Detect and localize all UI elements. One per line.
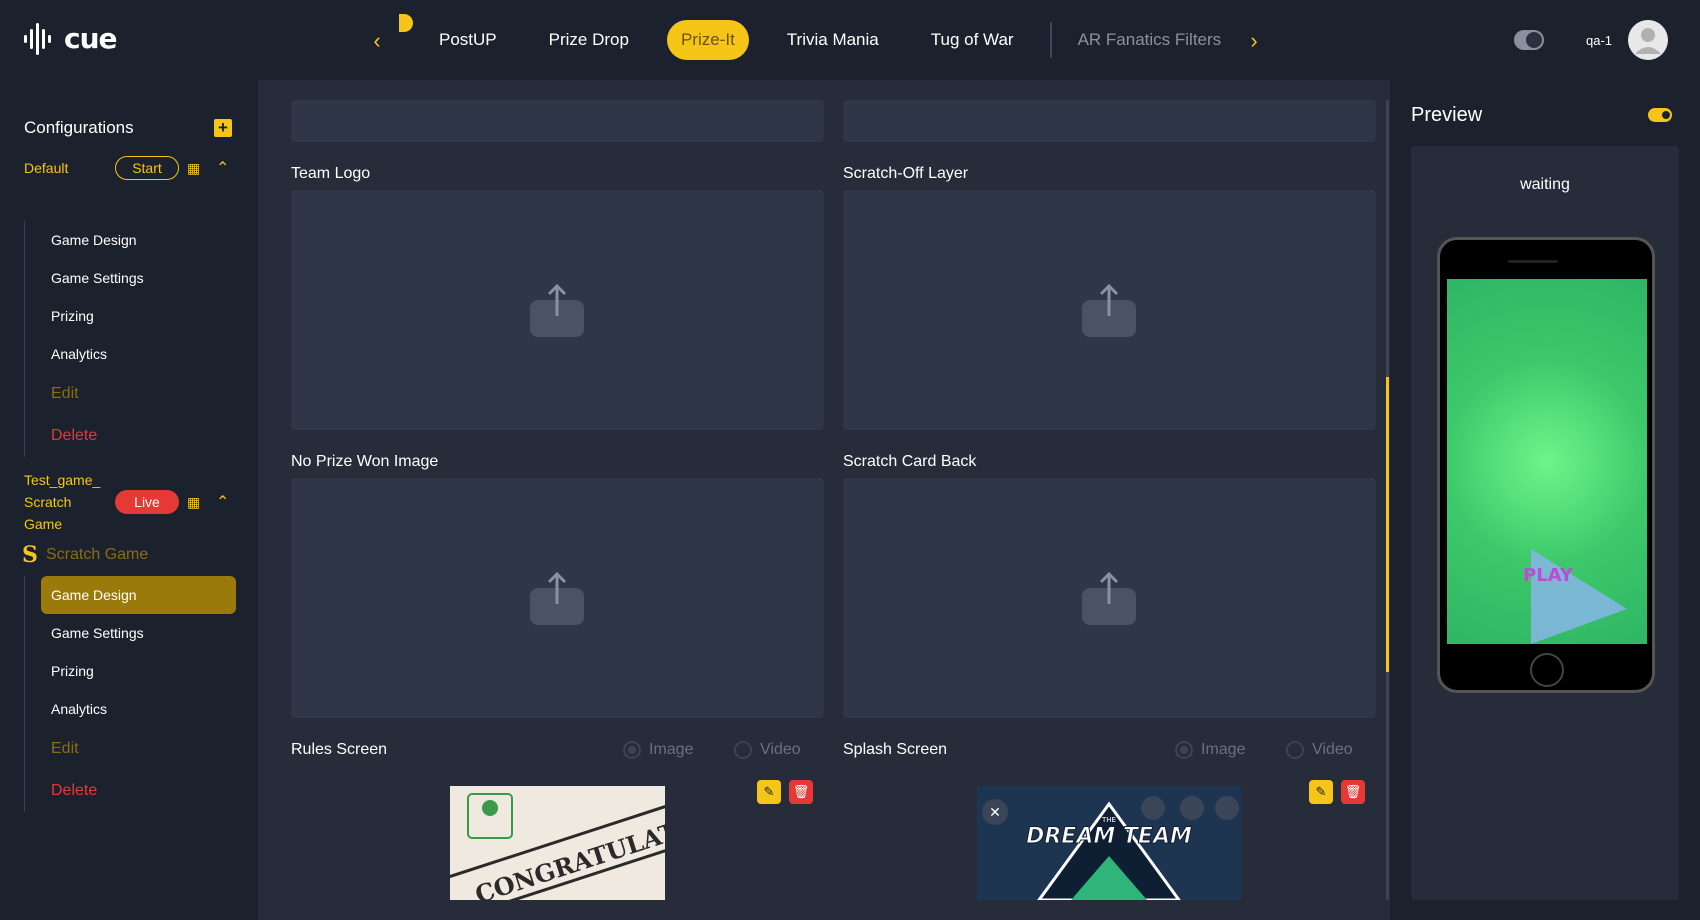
- menu-edit[interactable]: Edit: [25, 373, 241, 415]
- image-option-label: Image: [1201, 741, 1246, 758]
- user-icon: [1635, 28, 1661, 54]
- radio-image[interactable]: [1175, 741, 1193, 759]
- splash-screen-media: THE DREAM TEAM ✕ ✎ 🗑: [843, 770, 1376, 900]
- scratch-card-back-dropzone[interactable]: [843, 478, 1376, 718]
- rules-image-thumbnail: CONGRATULATIONS!: [450, 786, 665, 900]
- scratch-s-icon: S: [22, 542, 38, 568]
- config-name-line3[interactable]: Game: [24, 513, 62, 535]
- upload-icon: [530, 283, 584, 337]
- tab-postup[interactable]: PostUP: [425, 20, 511, 60]
- tab-prize-it[interactable]: Prize-It: [666, 20, 749, 60]
- menu-edit[interactable]: Edit: [25, 728, 241, 770]
- qr-code-icon[interactable]: ▦: [187, 160, 203, 176]
- delete-media-button[interactable]: 🗑: [789, 780, 813, 804]
- config-name-line2[interactable]: Scratch: [24, 491, 71, 513]
- play-button[interactable]: PLAY: [1521, 549, 1631, 644]
- preview-title: Preview: [1411, 104, 1483, 126]
- menu-prizing[interactable]: Prizing: [25, 297, 241, 335]
- menu-game-design[interactable]: Game Design: [25, 221, 241, 259]
- rules-screen-label: Rules Screen: [291, 741, 388, 758]
- scratch-off-layer-label: Scratch-Off Layer: [843, 165, 969, 182]
- add-configuration-button[interactable]: +: [214, 119, 232, 137]
- config-name-default[interactable]: Default: [24, 157, 68, 179]
- menu-game-settings[interactable]: Game Settings: [25, 259, 241, 297]
- nav-next-arrow[interactable]: ›: [1243, 28, 1265, 54]
- qr-code-icon[interactable]: ▦: [187, 494, 203, 510]
- radio-video[interactable]: [734, 741, 752, 759]
- theme-toggle[interactable]: [1514, 30, 1544, 50]
- rules-media-image-option[interactable]: Image: [623, 741, 693, 759]
- delete-media-button[interactable]: 🗑: [1341, 780, 1365, 804]
- splash-small-text: THE: [1101, 816, 1116, 824]
- avatar[interactable]: [1628, 20, 1668, 60]
- radio-video[interactable]: [1286, 741, 1304, 759]
- team-logo-label: Team Logo: [291, 165, 371, 182]
- preview-status: waiting: [1520, 176, 1570, 193]
- rules-screen-media: CONGRATULATIONS! ✎ 🗑: [291, 770, 824, 900]
- no-prize-won-dropzone[interactable]: [291, 478, 824, 718]
- splash-image-thumbnail: THE DREAM TEAM ✕: [977, 786, 1241, 900]
- play-label: PLAY: [1523, 565, 1574, 586]
- tab-tug-of-war[interactable]: Tug of War: [917, 20, 1028, 60]
- scratch-off-layer-dropzone[interactable]: [843, 190, 1376, 430]
- tab-divider: [1049, 22, 1052, 58]
- upload-icon: [530, 571, 584, 625]
- phone-home-button: [1530, 653, 1564, 687]
- half-moon-icon: [399, 14, 413, 32]
- top-bar: cue ‹ PostUP Prize Drop Prize-It Trivia …: [0, 0, 1700, 80]
- upload-icon: [1082, 571, 1136, 625]
- edit-media-button[interactable]: ✎: [1309, 780, 1333, 804]
- upload-panel-partial[interactable]: [843, 100, 1376, 142]
- splash-media-video-option[interactable]: Video: [1286, 741, 1353, 759]
- game-type-label: Scratch Game: [46, 546, 149, 563]
- config-menu-scratch: Game Design Game Settings Prizing Analyt…: [24, 576, 241, 812]
- team-logo-dropzone[interactable]: [291, 190, 824, 430]
- user-name: qa-1: [1586, 33, 1613, 48]
- chevron-up-icon[interactable]: ⌃: [216, 161, 230, 177]
- menu-analytics[interactable]: Analytics: [25, 335, 241, 373]
- status-badge-start[interactable]: Start: [115, 156, 179, 180]
- no-prize-won-image-label: No Prize Won Image: [291, 453, 439, 470]
- rules-media-video-option[interactable]: Video: [734, 741, 801, 759]
- scrollbar-thumb[interactable]: [1386, 377, 1389, 672]
- radio-image[interactable]: [623, 741, 641, 759]
- cue-logo[interactable]: cue: [22, 22, 118, 55]
- status-badge-live[interactable]: Live: [115, 490, 179, 514]
- menu-analytics[interactable]: Analytics: [25, 690, 241, 728]
- tab-prize-drop[interactable]: Prize Drop: [535, 20, 643, 60]
- splash-image-text: DREAM TEAM: [1026, 824, 1192, 849]
- menu-game-design[interactable]: Game Design: [41, 576, 236, 614]
- video-option-label: Video: [1312, 741, 1353, 758]
- phone-speaker: [1508, 260, 1558, 263]
- menu-delete[interactable]: Delete: [25, 770, 241, 812]
- config-name-line1[interactable]: Test_game_: [24, 469, 100, 491]
- tab-ar-fanatics-filters[interactable]: AR Fanatics Filters: [1064, 20, 1236, 60]
- image-option-label: Image: [649, 741, 694, 758]
- close-icon[interactable]: ✕: [989, 804, 1001, 820]
- scratch-game-header: S Scratch Game: [22, 542, 149, 568]
- nav-prev-arrow[interactable]: ‹: [366, 28, 388, 54]
- config-menu-default: Game Design Game Settings Prizing Analyt…: [24, 221, 241, 457]
- phone-mockup: PLAY: [1437, 237, 1655, 693]
- chevron-up-icon[interactable]: ⌃: [216, 495, 230, 511]
- splash-media-image-option[interactable]: Image: [1175, 741, 1245, 759]
- game-tabs: PostUP Prize Drop Prize-It Trivia Mania …: [425, 19, 1259, 61]
- configurations-title: Configurations: [24, 118, 134, 137]
- upload-panel-partial[interactable]: [291, 100, 824, 142]
- tab-trivia-mania[interactable]: Trivia Mania: [773, 20, 893, 60]
- phone-screen: PLAY: [1447, 279, 1647, 644]
- sound-wave-icon: [24, 22, 51, 55]
- splash-screen-label: Splash Screen: [843, 741, 948, 758]
- upload-icon: [1082, 283, 1136, 337]
- video-option-label: Video: [760, 741, 801, 758]
- preview-toggle[interactable]: [1648, 108, 1672, 122]
- menu-prizing[interactable]: Prizing: [25, 652, 241, 690]
- edit-media-button[interactable]: ✎: [757, 780, 781, 804]
- scratch-card-back-label: Scratch Card Back: [843, 453, 977, 470]
- logo-text: cue: [64, 22, 118, 55]
- menu-delete[interactable]: Delete: [25, 415, 241, 457]
- menu-game-settings[interactable]: Game Settings: [25, 614, 241, 652]
